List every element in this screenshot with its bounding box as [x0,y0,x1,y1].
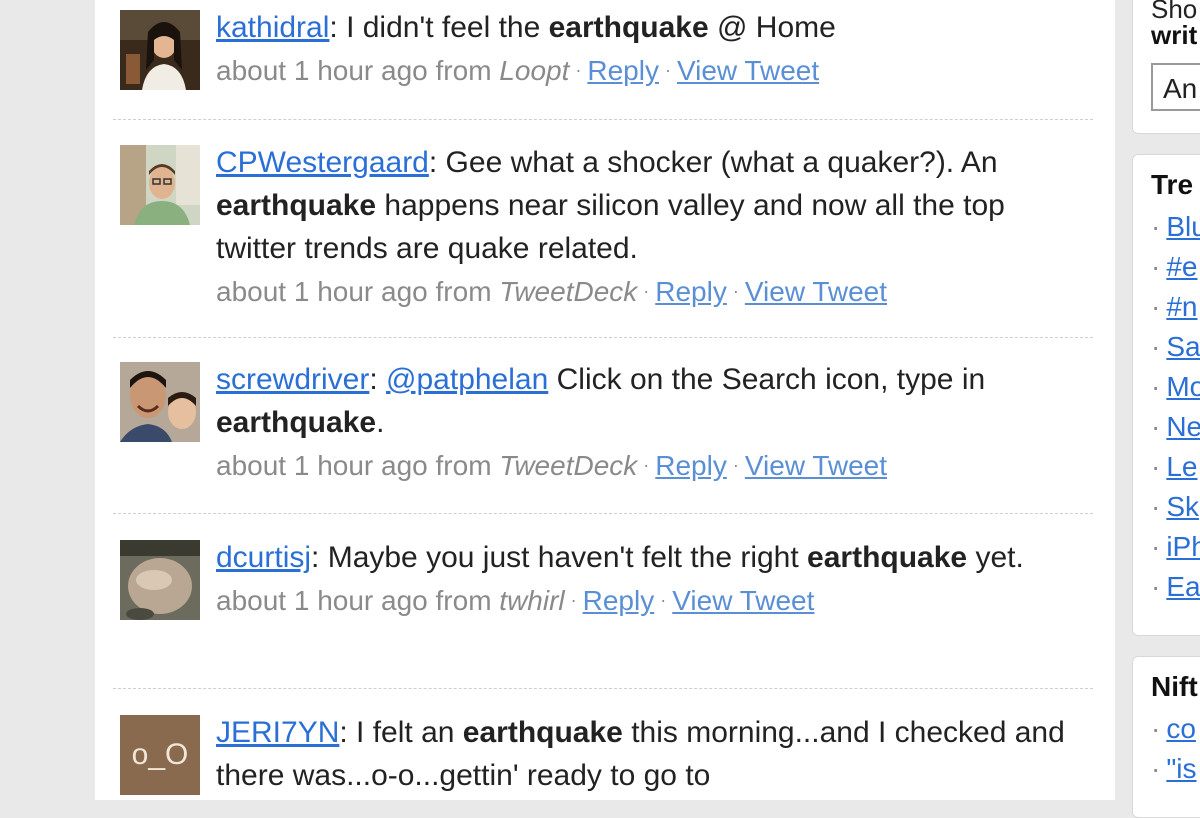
tweet-text: : Maybe you just haven't felt the right [311,541,808,574]
view-tweet-link[interactable]: View Tweet [745,276,887,307]
sidebar-search-caption-bold: writ [1151,20,1198,50]
meta-separator: · [570,590,577,610]
tweet-source: Loopt [499,55,570,86]
tweet-body: dcurtisj: Maybe you just haven't felt th… [216,536,1086,624]
tweet-source: TweetDeck [499,276,638,307]
meta-separator: · [660,590,667,610]
meta-separator: · [664,60,671,80]
meta-separator: · [575,60,582,80]
tweet-username[interactable]: JERI7YN [216,716,339,749]
tweet-text: Click on the Search icon, type in [548,363,986,396]
avatar[interactable]: o_O [120,715,200,795]
tweet-username[interactable]: dcurtisj [216,541,311,574]
trend-link[interactable]: · #n [1151,287,1200,327]
view-tweet-link[interactable]: View Tweet [745,450,887,481]
avatar[interactable] [120,540,200,620]
tweet-body: CPWestergaard: Gee what a shocker (what … [216,141,1086,315]
reply-link[interactable]: Reply [587,55,659,86]
sidebar-search-input[interactable]: An [1151,63,1200,111]
trending-topics-box: Tre ·Blu ·#e ·#n ·Sa ·Mo ·Ne ·Le ·Sk ·iP… [1132,154,1200,636]
nifty-queries-list: · co · "is [1151,709,1197,789]
trending-topics-list: ·Blu ·#e ·#n ·Sa ·Mo ·Ne ·Le ·Sk ·iPh ·E… [1151,207,1200,607]
tweet-time: about 1 hour ago from [216,585,492,616]
meta-separator: · [732,281,739,301]
search-term-highlight: earthquake [807,541,968,574]
tweet-body: screwdriver: @patphelan Click on the Sea… [216,358,1086,489]
view-tweet-link[interactable]: View Tweet [677,55,819,86]
avatar[interactable] [120,362,200,442]
trend-link[interactable]: · Sa [1151,327,1200,367]
meta-separator: · [732,455,739,475]
sidebar-search-box: Sho writ An [1132,0,1200,134]
tweet-source: TweetDeck [499,450,638,481]
divider [113,337,1093,338]
reply-link[interactable]: Reply [655,276,727,307]
search-term-highlight: earthquake [462,716,623,749]
avatar[interactable] [120,145,200,225]
tweet-time: about 1 hour ago from [216,276,492,307]
view-tweet-link[interactable]: View Tweet [672,585,814,616]
divider [113,513,1093,514]
trend-link[interactable]: · Sk [1151,487,1200,527]
meta-separator: · [643,281,650,301]
nifty-queries-title: Nift [1151,671,1198,702]
trend-link[interactable]: ·Mo [1151,367,1200,407]
tweet-username[interactable]: screwdriver [216,363,369,396]
trend-link[interactable]: ·Blu [1151,207,1200,247]
avatar[interactable] [120,10,200,90]
trend-link[interactable]: ·iPh [1151,527,1200,567]
trend-link[interactable]: · Ea [1151,567,1200,607]
divider [113,119,1093,120]
tweet-meta: about 1 hour ago from Loopt · Reply · View T… [216,51,1086,94]
tweet-meta: about 1 hour ago from twhirl · Reply · View … [216,581,1086,624]
reply-link[interactable]: Reply [583,585,655,616]
tweet-body: JERI7YN: I felt an earthquake this morni… [216,711,1086,797]
search-results-column: kathidral: I didn't feel the earthquake … [95,0,1115,800]
tweet-text: @ Home [708,11,836,44]
tweet-username[interactable]: kathidral [216,11,329,44]
nifty-query-link[interactable]: · co [1151,709,1197,749]
tweet-username[interactable]: CPWestergaard [216,146,429,179]
reply-link[interactable]: Reply [655,450,727,481]
tweet-time: about 1 hour ago from [216,450,492,481]
search-term-highlight: earthquake [216,189,377,222]
tweet-text: : Gee what a shocker (what a quaker?). A… [428,146,998,179]
nifty-query-link[interactable]: · "is [1151,749,1197,789]
tweet-text: . [376,406,385,439]
avatar-text: o_O [131,738,189,771]
tweet-meta: about 1 hour ago from TweetDeck · Reply · Vi… [216,446,1086,489]
mention-link[interactable]: @patphelan [386,363,548,396]
search-term-highlight: earthquake [216,406,377,439]
sidebar-search-input-value: An [1163,73,1198,104]
trending-topics-title: Tre [1151,169,1194,200]
tweet-time: about 1 hour ago from [216,55,492,86]
tweet-source: twhirl [499,585,565,616]
tweet-text: : [369,363,387,396]
search-term-highlight: earthquake [548,11,709,44]
tweet-meta: about 1 hour ago from TweetDeck · Reply · Vi… [216,272,1086,315]
tweet-body: kathidral: I didn't feel the earthquake … [216,6,1086,94]
trend-link[interactable]: · Ne [1151,407,1200,447]
meta-separator: · [643,455,650,475]
nifty-queries-box: Nift · co · "is [1132,656,1200,818]
tweet-text: : I didn't feel the [329,11,549,44]
trend-link[interactable]: · #e [1151,247,1200,287]
trend-link[interactable]: · Le [1151,447,1200,487]
tweet-text: yet. [967,541,1024,574]
divider [113,688,1093,689]
tweet-text: : I felt an [339,716,463,749]
